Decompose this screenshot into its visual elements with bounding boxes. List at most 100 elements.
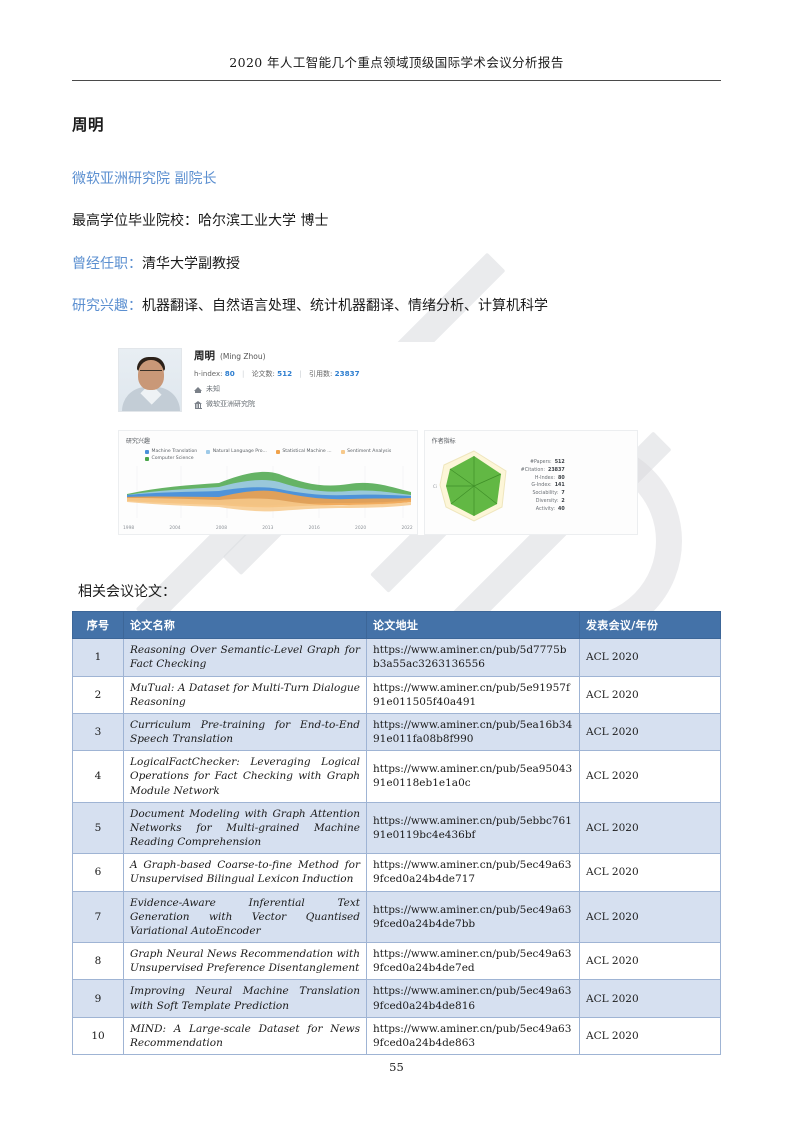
legend-label: Natural Language Pro...: [212, 449, 267, 455]
table-row: 1 Reasoning Over Semantic-Level Graph fo…: [72, 638, 721, 677]
past-position-line: 曾经任职：清华大学副教授: [72, 254, 721, 274]
education-value: 未知: [206, 385, 220, 394]
radar-stat-row: G-Index: 141: [521, 482, 565, 490]
cell-url[interactable]: https://www.aminer.cn/pub/5e91957f91e011…: [366, 675, 580, 714]
past-position-value: 清华大学副教授: [142, 255, 240, 272]
table-row: 8 Graph Neural News Recommendation with …: [72, 942, 721, 981]
research-interest-stream-chart: 研究兴趣 Machine Translation Natural Languag…: [118, 430, 418, 536]
radar-stats-list: #Papers: 512 #Citation: 23837 H-Index: 80 G…: [521, 459, 565, 513]
radar-plot: Ci: [433, 450, 507, 522]
affiliation-text: 微软亚洲研究院 副院长: [72, 171, 217, 187]
legend-item: Computer Science: [145, 456, 194, 461]
cell-url[interactable]: https://www.aminer.cn/pub/5ec49a639fced0…: [366, 979, 580, 1018]
hindex-value: 80: [224, 369, 235, 379]
x-tick: 2004: [169, 526, 181, 532]
stream-chart-plot: [127, 466, 411, 519]
legend-item: Statistical Machine ...: [275, 449, 332, 455]
organization-value: 微软亚洲研究院: [206, 400, 255, 409]
legend-item: Sentiment Analysis: [340, 449, 392, 455]
cell-title: Evidence-Aware Inferential Text Generati…: [123, 890, 367, 944]
column-header-index: 序号: [72, 611, 124, 640]
radar-stat-row: Diversity: 2: [521, 498, 565, 506]
stat-label: H-Index:: [534, 475, 556, 481]
x-tick: 2020: [355, 526, 367, 532]
cell-venue: ACL 2020: [579, 638, 721, 677]
x-tick: 2013: [262, 526, 274, 532]
profile-name-cn: 周明: [194, 350, 215, 363]
column-header-url: 论文地址: [366, 611, 580, 640]
cell-venue: ACL 2020: [579, 675, 721, 714]
legend-label: Sentiment Analysis: [347, 449, 392, 455]
conference-papers-table: 序号 论文名称 论文地址 发表会议/年份 1 Reasoning Over Se…: [72, 611, 721, 1056]
affiliation-line: 微软亚洲研究院 副院长: [72, 169, 721, 189]
cell-title: Graph Neural News Recommendation with Un…: [123, 942, 367, 981]
stat-label: Activity:: [535, 506, 556, 512]
radar-stat-row: Activity: 40: [521, 506, 565, 514]
profile-metrics: h-index: 80 | 论文数: 512 | 引用数: 23837: [194, 369, 360, 379]
stream-chart-x-axis: 1998 2004 2008 2013 2016 2020 2022: [123, 526, 413, 531]
cell-venue: ACL 2020: [579, 979, 721, 1018]
cell-venue: ACL 2020: [579, 853, 721, 892]
x-tick: 2022: [401, 526, 413, 532]
document-page: 2020 年人工智能几个重点领域顶级国际学术会议分析报告 周明 微软亚洲研究院 …: [0, 0, 793, 1122]
graduation-cap-icon: [194, 385, 202, 393]
cell-index: 7: [72, 890, 124, 944]
legend-label: Computer Science: [151, 456, 194, 462]
cell-venue: ACL 2020: [579, 801, 721, 855]
legend-label: Machine Translation: [151, 449, 198, 455]
citations-value: 23837: [334, 369, 360, 379]
cell-index: 4: [72, 750, 124, 803]
research-interest-line: 研究兴趣：机器翻译、自然语言处理、统计机器翻译、情绪分析、计算机科学: [72, 296, 721, 316]
table-row: 3 Curriculum Pre-training for End-to-End…: [72, 712, 721, 752]
cell-url[interactable]: https://www.aminer.cn/pub/5ec49a639fced0…: [366, 853, 580, 892]
radar-stat-row: H-Index: 80: [521, 475, 565, 483]
cell-url[interactable]: https://www.aminer.cn/pub/5ea16b3491e011…: [366, 712, 580, 752]
table-row: 2 MuTual: A Dataset for Multi-Turn Dialo…: [72, 675, 721, 714]
x-tick: 2008: [215, 526, 227, 532]
cell-title: MIND: A Large-scale Dataset for News Rec…: [123, 1016, 367, 1056]
cell-url[interactable]: https://www.aminer.cn/pub/5ebbc76191e011…: [366, 801, 580, 855]
radar-axis-label: Ci: [433, 484, 437, 489]
cell-url[interactable]: https://www.aminer.cn/pub/5ea9504391e011…: [366, 750, 580, 803]
x-tick: 2016: [308, 526, 320, 532]
research-interest-value: 机器翻译、自然语言处理、统计机器翻译、情绪分析、计算机科学: [142, 297, 548, 314]
legend-label: Statistical Machine ...: [282, 449, 332, 455]
education-row: 未知: [194, 384, 360, 394]
page-number: 55: [389, 1060, 404, 1074]
organization-row: 微软亚洲研究院: [194, 399, 360, 410]
cell-title: Curriculum Pre-training for End-to-End S…: [123, 712, 367, 752]
stat-value: 23837: [548, 467, 565, 473]
stream-chart-title: 研究兴趣: [126, 438, 151, 446]
profile-name-row: 周明 (Ming Zhou): [194, 348, 360, 363]
cell-venue: ACL 2020: [579, 1016, 721, 1056]
degree-line: 最高学位毕业院校：哈尔滨工业大学 博士: [72, 211, 721, 231]
cell-url[interactable]: https://www.aminer.cn/pub/5ec49a639fced0…: [366, 890, 580, 944]
stat-value: 40: [558, 506, 565, 512]
cell-title: MuTual: A Dataset for Multi-Turn Dialogu…: [123, 675, 367, 714]
stat-label: Diversity:: [535, 498, 559, 504]
cell-url[interactable]: https://www.aminer.cn/pub/5ec49a639fced0…: [366, 942, 580, 981]
x-tick: 1998: [123, 526, 135, 532]
stat-value: 80: [558, 475, 565, 481]
table-row: 9 Improving Neural Machine Translation w…: [72, 979, 721, 1018]
metric-separator: |: [241, 370, 245, 379]
institution-icon: [194, 400, 202, 410]
stat-value: 7: [561, 491, 565, 497]
cell-index: 10: [72, 1016, 124, 1056]
legend-swatch: [145, 449, 149, 454]
stat-value: 512: [554, 460, 565, 465]
legend-swatch: [340, 449, 345, 454]
legend-swatch: [206, 449, 211, 454]
stat-value: 141: [554, 483, 565, 489]
cell-url[interactable]: https://www.aminer.cn/pub/5d7775bb3a55ac…: [366, 638, 580, 677]
legend-swatch: [145, 456, 149, 461]
cell-title: Document Modeling with Graph Attention N…: [123, 801, 367, 855]
legend-item: Natural Language Pro...: [206, 449, 267, 454]
column-header-title: 论文名称: [123, 611, 367, 640]
radar-content: Ci #Papers: 512 #Citation: 23837 H-Index: 8…: [425, 445, 637, 527]
table-row: 5 Document Modeling with Graph Attention…: [72, 801, 721, 855]
citations-label: 引用数:: [309, 370, 333, 379]
radar-stat-row: #Papers: 512: [521, 459, 565, 467]
cell-url[interactable]: https://www.aminer.cn/pub/5ec49a639fced0…: [366, 1016, 580, 1056]
cell-index: 8: [72, 942, 124, 981]
